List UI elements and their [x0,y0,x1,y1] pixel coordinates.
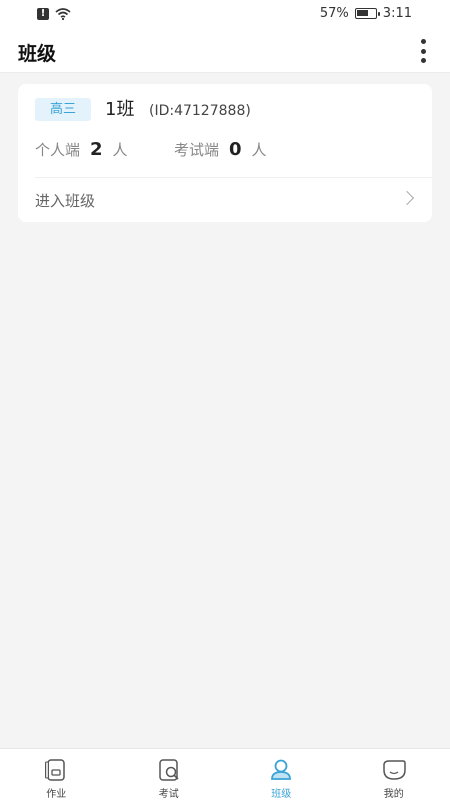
exam-count-unit: 人 [251,141,267,159]
enter-class-button[interactable]: 进入班级 [18,178,432,222]
app-header: 班级 [0,30,450,73]
exam-count-value: 0 [229,139,242,160]
page-title: 班级 [18,43,57,65]
battery-icon [354,8,380,19]
tab-exam-label: 考试 [158,789,179,800]
class-id: (ID:47127888) [149,103,251,119]
bottom-tab-bar: 作业 考试 班级 我的 [0,748,450,800]
exam-count-label: 考试端 [174,141,220,159]
status-right: 57% 3:11 [320,6,412,21]
tab-class-label: 班级 [271,789,292,800]
exam-count: 考试端 0 人 [174,139,267,165]
personal-count-label: 个人端 [35,141,81,159]
clock: 3:11 [382,6,412,21]
class-icon [271,759,292,780]
personal-count: 个人端 2 人 [35,139,128,165]
exam-icon [159,759,179,781]
more-vertical-icon[interactable] [416,39,430,63]
class-card: 高三 1班 (ID:47127888) 个人端 2 人 考试端 0 人 进入班级 [18,84,432,222]
enter-class-label: 进入班级 [35,192,96,210]
chevron-right-icon [399,190,415,206]
alert-icon: ! [37,8,49,20]
tab-class[interactable]: 班级 [225,749,338,800]
tab-homework[interactable]: 作业 [0,749,113,800]
status-bar: ! 57% 3:11 [0,0,450,30]
wifi-icon [55,8,71,20]
class-name: 1班 [105,99,135,120]
status-left: ! [37,8,71,20]
tab-profile[interactable]: 我的 [338,749,450,800]
personal-count-unit: 人 [112,141,128,159]
tab-exam[interactable]: 考试 [113,749,226,800]
tab-homework-label: 作业 [46,789,67,800]
homework-icon [45,759,65,781]
battery-percent: 57% [319,6,349,21]
profile-icon [383,760,406,780]
grade-badge: 高三 [35,98,91,121]
tab-profile-label: 我的 [383,789,404,800]
personal-count-value: 2 [90,139,103,160]
